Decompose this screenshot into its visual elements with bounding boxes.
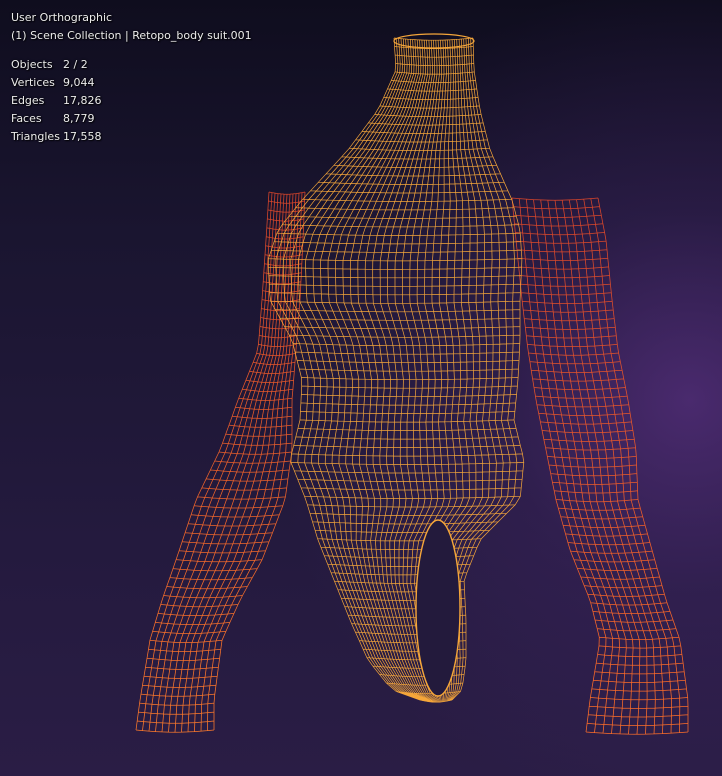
stat-value: 17,558 [63, 130, 102, 143]
stat-label: Objects [11, 58, 53, 71]
stat-row-faces: Faces 8,779 [11, 110, 252, 128]
stat-row-triangles: Triangles 17,558 [11, 128, 252, 146]
stat-label: Triangles [11, 130, 60, 143]
stat-label: Faces [11, 112, 42, 125]
stat-value: 2 / 2 [63, 58, 88, 71]
body-suit-mesh-wire-lines [268, 37, 525, 703]
body-suit-mesh[interactable] [268, 37, 525, 703]
stat-row-edges: Edges 17,826 [11, 92, 252, 110]
3d-viewport[interactable]: User Orthographic (1) Scene Collection |… [0, 0, 722, 776]
left-sleeve-mesh-wire-lines [135, 191, 306, 733]
stat-label: Edges [11, 94, 45, 107]
view-name: User Orthographic [11, 11, 113, 24]
leg-opening [415, 519, 461, 697]
scene-statistics: Objects 2 / 2 Vertices 9,044 Edges 17,82… [11, 56, 252, 146]
stat-row-objects: Objects 2 / 2 [11, 56, 252, 74]
stat-value: 17,826 [63, 94, 102, 107]
left-sleeve-mesh[interactable] [135, 191, 306, 733]
collection-info: (1) Scene Collection | Retopo_body suit.… [11, 29, 252, 42]
stat-row-vertices: Vertices 9,044 [11, 74, 252, 92]
viewport-text-overlay: User Orthographic (1) Scene Collection |… [11, 9, 252, 146]
stat-value: 8,779 [63, 112, 95, 125]
stat-value: 9,044 [63, 76, 95, 89]
right-sleeve-mesh-wire-lines [511, 197, 689, 735]
right-sleeve-mesh[interactable] [511, 197, 689, 735]
stat-label: Vertices [11, 76, 55, 89]
